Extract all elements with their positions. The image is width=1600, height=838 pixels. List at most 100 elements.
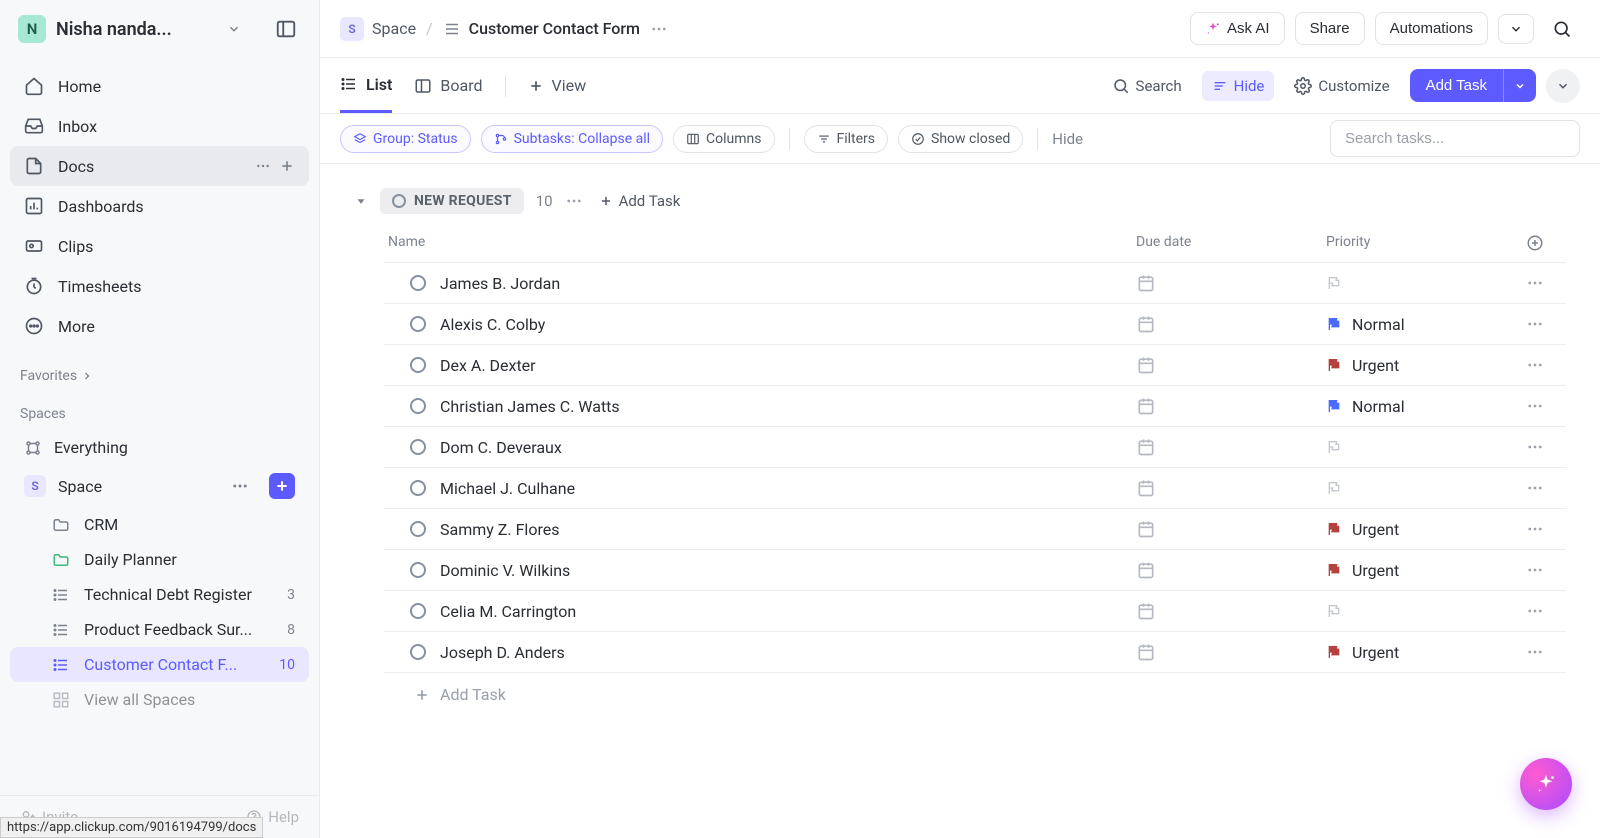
ask-ai-button[interactable]: Ask AI	[1190, 12, 1285, 45]
add-space-item-button[interactable]	[269, 473, 295, 499]
priority-cell[interactable]	[1326, 603, 1526, 619]
hide-button[interactable]: Hide	[1202, 71, 1275, 101]
more-icon[interactable]	[565, 192, 583, 210]
priority-cell[interactable]: Normal	[1326, 315, 1526, 334]
due-date-icon[interactable]	[1136, 355, 1326, 375]
sidebar-list-item[interactable]: Product Feedback Sur...8	[10, 612, 309, 647]
more-icon[interactable]	[1526, 520, 1560, 538]
plus-icon[interactable]	[279, 158, 295, 174]
col-priority-header[interactable]: Priority	[1326, 234, 1526, 252]
task-status-icon[interactable]	[410, 439, 426, 455]
search-icon[interactable]	[1544, 12, 1580, 46]
due-date-icon[interactable]	[1136, 396, 1326, 416]
more-icon[interactable]	[1526, 356, 1560, 374]
task-status-icon[interactable]	[410, 644, 426, 660]
more-icon[interactable]	[231, 477, 249, 495]
view-all-spaces[interactable]: View all Spaces	[10, 682, 309, 717]
sidebar-item-more[interactable]: More	[10, 306, 309, 346]
priority-cell[interactable]: Urgent	[1326, 356, 1526, 375]
sidebar-item-home[interactable]: Home	[10, 66, 309, 106]
more-icon[interactable]	[650, 20, 668, 38]
due-date-icon[interactable]	[1136, 560, 1326, 580]
search-tasks-input[interactable]	[1330, 120, 1580, 157]
automations-button[interactable]: Automations	[1375, 12, 1488, 45]
sidebar-item-dashboards[interactable]: Dashboards	[10, 186, 309, 226]
due-date-icon[interactable]	[1136, 478, 1326, 498]
share-button[interactable]: Share	[1295, 12, 1365, 45]
ai-fab-button[interactable]	[1520, 758, 1572, 810]
more-icon[interactable]	[1526, 643, 1560, 661]
more-icon[interactable]	[1526, 602, 1560, 620]
view-tab-list[interactable]: List	[340, 59, 392, 113]
col-due-header[interactable]: Due date	[1136, 234, 1326, 252]
sidebar-space[interactable]: S Space	[10, 465, 309, 507]
hide-filters-button[interactable]: Hide	[1052, 130, 1083, 148]
sidebar-list-item[interactable]: Customer Contact F...10	[10, 647, 309, 682]
task-status-icon[interactable]	[410, 357, 426, 373]
more-icon[interactable]	[1526, 561, 1560, 579]
due-date-icon[interactable]	[1136, 314, 1326, 334]
collapse-group-icon[interactable]	[354, 194, 368, 208]
task-row[interactable]: Dex A. Dexter Urgent	[384, 345, 1566, 386]
more-icon[interactable]	[1526, 315, 1560, 333]
task-status-icon[interactable]	[410, 603, 426, 619]
task-row[interactable]: Dominic V. Wilkins Urgent	[384, 550, 1566, 591]
sidebar-item-inbox[interactable]: Inbox	[10, 106, 309, 146]
task-status-icon[interactable]	[410, 562, 426, 578]
breadcrumb-space[interactable]: S Space	[340, 17, 416, 41]
task-status-icon[interactable]	[410, 275, 426, 291]
sidebar-list-item[interactable]: CRM	[10, 507, 309, 542]
breadcrumb-list[interactable]: Customer Contact Form	[443, 19, 640, 38]
more-icon[interactable]	[255, 158, 271, 174]
subtasks-chip[interactable]: Subtasks: Collapse all	[481, 125, 663, 153]
add-task-row[interactable]: Add Task	[384, 673, 1566, 704]
view-options-button[interactable]	[1546, 69, 1580, 103]
due-date-icon[interactable]	[1136, 273, 1326, 293]
add-task-dropdown[interactable]	[1503, 69, 1536, 102]
sidebar-list-item[interactable]: Technical Debt Register3	[10, 577, 309, 612]
task-row[interactable]: Michael J. Culhane	[384, 468, 1566, 509]
sidebar-item-timesheets[interactable]: Timesheets	[10, 266, 309, 306]
more-icon[interactable]	[1526, 397, 1560, 415]
due-date-icon[interactable]	[1136, 437, 1326, 457]
task-row[interactable]: Joseph D. Anders Urgent	[384, 632, 1566, 673]
filters-chip[interactable]: Filters	[804, 125, 889, 153]
customize-button[interactable]: Customize	[1284, 71, 1399, 101]
add-task-button[interactable]: Add Task	[1410, 69, 1503, 102]
priority-cell[interactable]: Urgent	[1326, 561, 1526, 580]
sidebar-collapse-icon[interactable]	[271, 14, 301, 44]
group-chip[interactable]: Group: Status	[340, 125, 471, 153]
columns-chip[interactable]: Columns	[673, 125, 774, 153]
priority-cell[interactable]: Urgent	[1326, 643, 1526, 662]
task-row[interactable]: Christian James C. Watts Normal	[384, 386, 1566, 427]
sidebar-item-docs[interactable]: Docs	[10, 146, 309, 186]
show-closed-chip[interactable]: Show closed	[898, 125, 1023, 153]
priority-cell[interactable]: Urgent	[1326, 520, 1526, 539]
sidebar-everything[interactable]: Everything	[10, 430, 309, 465]
due-date-icon[interactable]	[1136, 601, 1326, 621]
sidebar-item-clips[interactable]: Clips	[10, 226, 309, 266]
automations-dropdown[interactable]	[1498, 14, 1534, 44]
task-status-icon[interactable]	[410, 398, 426, 414]
add-task-inline[interactable]: Add Task	[599, 192, 681, 210]
more-icon[interactable]	[1526, 438, 1560, 456]
due-date-icon[interactable]	[1136, 519, 1326, 539]
task-row[interactable]: Celia M. Carrington	[384, 591, 1566, 632]
priority-cell[interactable]	[1326, 480, 1526, 496]
more-icon[interactable]	[1526, 274, 1560, 292]
task-status-icon[interactable]	[410, 316, 426, 332]
priority-cell[interactable]	[1326, 439, 1526, 455]
task-row[interactable]: Sammy Z. Flores Urgent	[384, 509, 1566, 550]
add-view-button[interactable]: View	[528, 60, 587, 111]
task-row[interactable]: Dom C. Deveraux	[384, 427, 1566, 468]
workspace-switcher[interactable]: N Nisha nanda...	[0, 0, 319, 58]
search-button[interactable]: Search	[1102, 71, 1192, 101]
status-pill[interactable]: NEW REQUEST	[380, 188, 524, 214]
task-row[interactable]: James B. Jordan	[384, 263, 1566, 304]
view-tab-board[interactable]: Board	[414, 60, 482, 111]
priority-cell[interactable]: Normal	[1326, 397, 1526, 416]
task-status-icon[interactable]	[410, 521, 426, 537]
favorites-section[interactable]: Favorites	[0, 354, 319, 392]
task-status-icon[interactable]	[410, 480, 426, 496]
col-name-header[interactable]: Name	[384, 234, 1136, 252]
